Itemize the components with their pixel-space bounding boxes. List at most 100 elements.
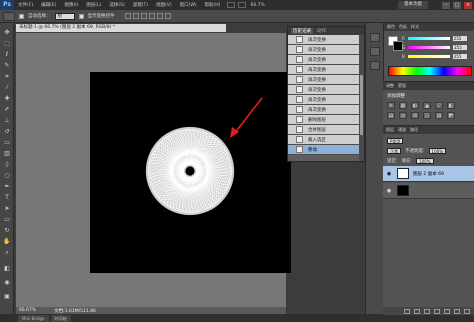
eye-icon[interactable]: ◉ xyxy=(385,188,393,194)
history-item[interactable]: 再次变换 xyxy=(288,85,360,95)
document-tab[interactable]: 未标题-1 @ 66.7% (图层 2 副本 69, RGB/8) * xyxy=(16,24,226,32)
auto-select-dropdown[interactable]: 组 xyxy=(54,12,75,20)
menu-edit[interactable]: 编辑(E) xyxy=(37,2,60,8)
green-slider[interactable] xyxy=(408,45,451,49)
brightness-icon[interactable]: ☀ xyxy=(387,102,395,109)
tab-history[interactable]: 历史记录 xyxy=(291,28,313,34)
trash-icon[interactable] xyxy=(464,308,470,314)
eyedropper-tool-icon[interactable]: ⁄ xyxy=(2,84,12,92)
close-button[interactable]: × xyxy=(464,1,472,9)
screen-mode-icon[interactable]: ▣ xyxy=(2,293,12,301)
tab-adjustments[interactable]: 调整 xyxy=(386,83,394,89)
brush-tool-icon[interactable]: ✐ xyxy=(2,106,12,114)
green-value-field[interactable]: 255 xyxy=(453,44,468,50)
color-swatches-icon[interactable]: ◧ xyxy=(2,265,12,273)
curves-icon[interactable]: ◐ xyxy=(411,102,419,109)
align-hcenter-icon[interactable] xyxy=(156,13,163,19)
menu-file[interactable]: 文件(F) xyxy=(14,2,37,8)
tab-masks[interactable]: 蒙版 xyxy=(398,83,406,89)
opacity-field[interactable]: 100% xyxy=(428,147,446,154)
show-transform-checkbox[interactable] xyxy=(78,13,84,19)
3d-rotate-tool-icon[interactable]: ↻ xyxy=(2,227,12,235)
maximize-button[interactable]: □ xyxy=(453,1,461,9)
auto-select-checkbox[interactable] xyxy=(19,13,24,19)
history-item[interactable]: 再次变换 xyxy=(288,95,360,105)
healing-tool-icon[interactable]: ✚ xyxy=(2,95,12,103)
tab-swatches[interactable]: 色板 xyxy=(399,24,407,30)
invert-icon[interactable]: ▨ xyxy=(435,112,443,119)
fx-icon[interactable] xyxy=(414,308,420,314)
properties-dock-icon[interactable] xyxy=(370,47,380,56)
menu-layer[interactable]: 图层(L) xyxy=(82,2,105,8)
tab-color[interactable]: 颜色 xyxy=(387,24,395,30)
history-brush-tool-icon[interactable]: ↺ xyxy=(2,128,12,136)
layer-row[interactable]: ◉ xyxy=(383,183,474,199)
red-slider[interactable] xyxy=(407,36,450,40)
zoom-level-menu[interactable]: 66.7% xyxy=(250,3,264,8)
history-scrollbar[interactable] xyxy=(359,35,364,161)
layer-kind-filter[interactable]: P类型 xyxy=(387,137,404,144)
align-left-icon[interactable] xyxy=(148,13,155,19)
eraser-tool-icon[interactable]: ▭ xyxy=(2,139,12,147)
history-item[interactable]: 删除图层 xyxy=(288,115,360,125)
history-dock-icon[interactable] xyxy=(370,33,380,42)
history-item[interactable]: 再次变换 xyxy=(288,105,360,115)
tab-actions[interactable]: 动作 xyxy=(317,28,326,34)
blend-mode-select[interactable]: 正常 xyxy=(387,147,401,154)
align-bottom-icon[interactable] xyxy=(140,13,147,19)
move-tool-icon[interactable]: ✥ xyxy=(2,29,12,37)
zoom-readout[interactable]: 66.67% xyxy=(19,308,36,313)
align-vcenter-icon[interactable] xyxy=(132,13,139,19)
menu-select[interactable]: 选择(S) xyxy=(105,2,128,8)
history-item[interactable]: 再次变换 xyxy=(288,35,360,45)
minimize-button[interactable]: – xyxy=(442,1,450,9)
history-item[interactable]: 再次变换 xyxy=(288,55,360,65)
vibrance-icon[interactable]: ▽ xyxy=(435,102,443,109)
blue-slider[interactable] xyxy=(407,54,450,58)
history-scroll-thumb[interactable] xyxy=(360,75,363,135)
zoom-tool-icon[interactable]: ⌕ xyxy=(2,249,12,257)
tab-channels[interactable]: 通道 xyxy=(398,127,406,133)
crop-tool-icon[interactable]: ⌗ xyxy=(2,73,12,81)
channel-mixer-icon[interactable]: ◫ xyxy=(423,112,431,119)
menu-view[interactable]: 视图(V) xyxy=(152,2,176,8)
eye-icon[interactable]: ◉ xyxy=(385,171,393,177)
hand-tool-icon[interactable]: ✋ xyxy=(2,238,12,246)
fill-field[interactable]: 100% xyxy=(416,157,434,164)
align-right-icon[interactable] xyxy=(164,13,171,19)
tab-timeline[interactable]: 时间轴 xyxy=(50,314,71,322)
menu-filter[interactable]: 滤镜(T) xyxy=(129,2,152,8)
bridge-icon[interactable] xyxy=(227,2,236,8)
black-white-icon[interactable]: ◎ xyxy=(399,112,407,119)
tab-layers[interactable]: 图层 xyxy=(386,127,394,133)
exposure-icon[interactable]: ▲ xyxy=(423,102,431,109)
history-item[interactable]: 再次变换 xyxy=(288,65,360,75)
new-layer-icon[interactable] xyxy=(454,308,460,314)
menu-window[interactable]: 窗口(W) xyxy=(176,2,201,8)
photo-filter-icon[interactable]: ⊞ xyxy=(411,112,419,119)
link-layers-icon[interactable] xyxy=(404,308,410,314)
lasso-tool-icon[interactable]: ℓ xyxy=(2,51,12,59)
history-item[interactable]: 合并图层 xyxy=(288,125,360,135)
quick-mask-icon[interactable]: ◉ xyxy=(2,279,12,287)
color-spectrum-bar[interactable] xyxy=(388,66,472,76)
menu-help[interactable]: 帮助(H) xyxy=(201,2,225,8)
menu-image[interactable]: 图像(I) xyxy=(60,2,82,8)
tab-mini-bridge[interactable]: Mini Bridge xyxy=(18,314,49,322)
blur-tool-icon[interactable]: ◊ xyxy=(2,161,12,169)
marquee-tool-icon[interactable]: ⬚ xyxy=(2,40,12,48)
color-balance-icon[interactable]: ▤ xyxy=(387,112,395,119)
mask-icon[interactable] xyxy=(424,308,430,314)
shape-tool-icon[interactable]: ▭ xyxy=(2,216,12,224)
clone-stamp-tool-icon[interactable]: ⊥ xyxy=(2,117,12,125)
gradient-tool-icon[interactable]: ▥ xyxy=(2,150,12,158)
doc-size-readout[interactable]: 文档:1.61M/511.8K xyxy=(54,308,96,314)
tab-paths[interactable]: 路径 xyxy=(410,127,418,133)
new-group-icon[interactable] xyxy=(444,308,450,314)
history-item[interactable]: 再次变换 xyxy=(288,75,360,85)
red-value-field[interactable]: 255 xyxy=(452,35,467,41)
tab-styles[interactable]: 样式 xyxy=(411,24,419,30)
pen-tool-icon[interactable]: ✒ xyxy=(2,183,12,191)
character-dock-icon[interactable] xyxy=(370,61,380,70)
move-tool-preset-icon[interactable] xyxy=(3,11,15,21)
